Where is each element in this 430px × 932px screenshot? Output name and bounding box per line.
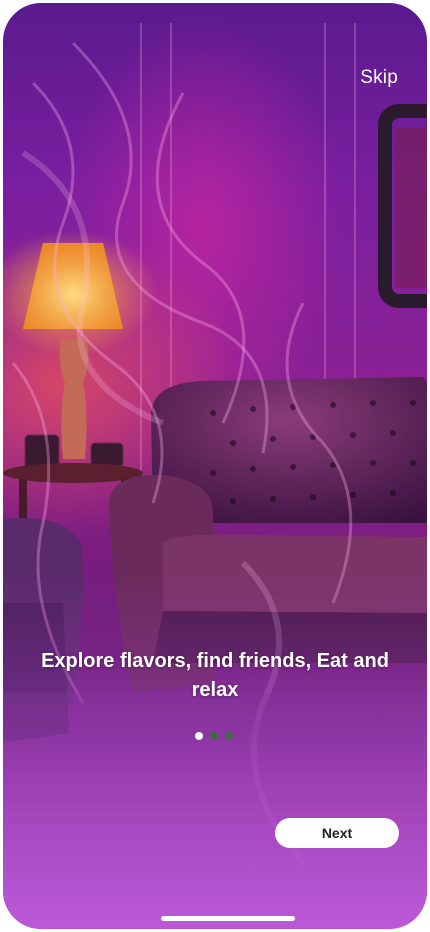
home-indicator (161, 916, 295, 921)
page-indicator (195, 732, 233, 740)
onboarding-screen: Skip Explore flavors, find friends, Eat … (3, 3, 427, 929)
onboarding-headline: Explore flavors, find friends, Eat and r… (41, 650, 389, 701)
page-dot (225, 732, 233, 740)
page-dot (210, 732, 218, 740)
skip-button[interactable]: Skip (360, 67, 398, 89)
bottom-gradient-overlay (3, 569, 427, 929)
next-button[interactable]: Next (275, 818, 399, 848)
page-dot-active (195, 732, 203, 740)
